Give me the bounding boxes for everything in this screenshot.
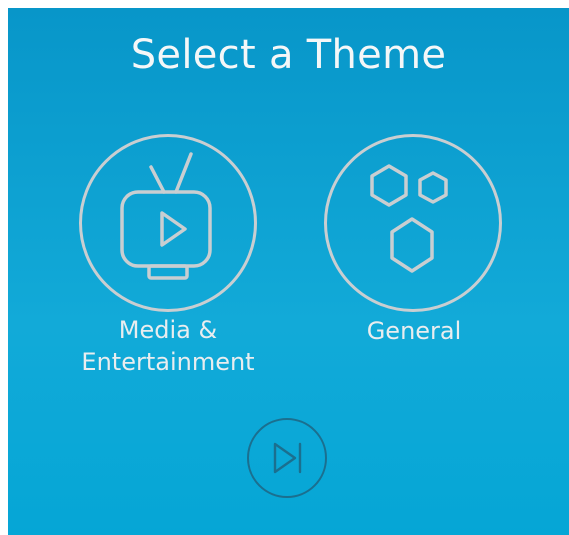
skip-button[interactable] — [247, 418, 327, 498]
skip-next-icon — [273, 442, 302, 474]
theme-option-general[interactable]: General — [324, 134, 524, 374]
theme-label-media-entertainment: Media & Entertainment — [81, 316, 255, 376]
theme-selector-panel: Select a Theme Media & Entertainment Gen… — [8, 8, 569, 535]
tv-play-icon — [120, 152, 212, 280]
page-title: Select a Theme — [130, 32, 447, 78]
hexagons-icon — [370, 164, 448, 273]
theme-label-general: General — [366, 317, 462, 345]
theme-option-media-entertainment[interactable]: Media & Entertainment — [78, 134, 278, 376]
